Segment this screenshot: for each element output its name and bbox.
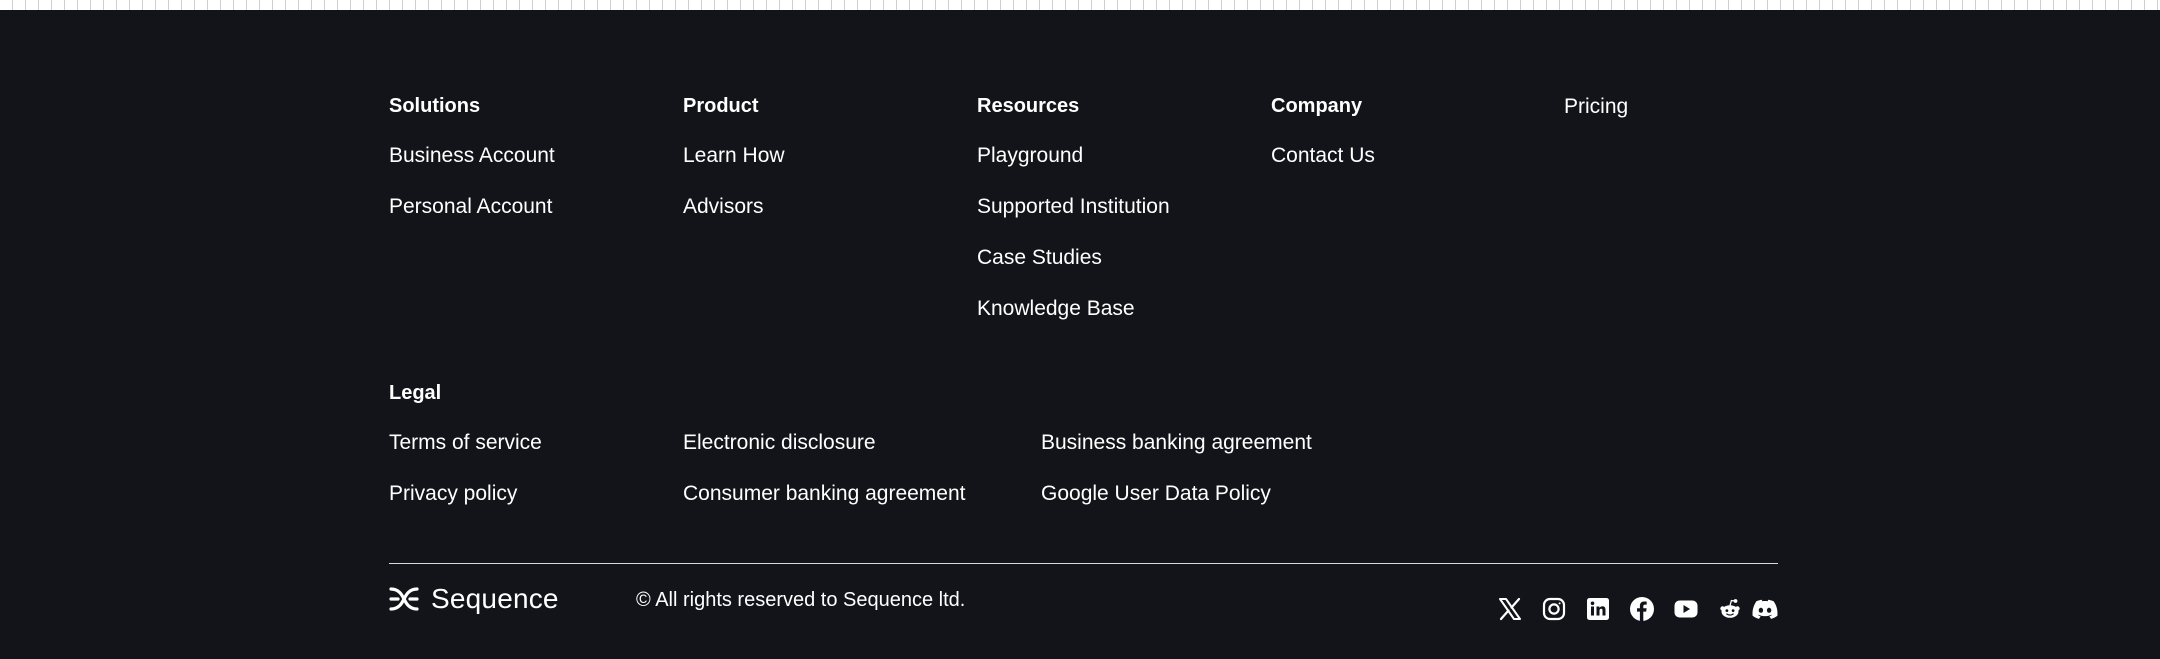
link-case-studies[interactable]: Case Studies (977, 246, 1170, 270)
column-title-solutions: Solutions (389, 95, 481, 117)
facebook-icon[interactable] (1620, 596, 1664, 622)
link-contact-us[interactable]: Contact Us (1271, 144, 1375, 168)
link-business-banking-agreement[interactable]: Business banking agreement (1041, 431, 1312, 455)
footer-divider (389, 563, 1778, 564)
link-learn-how[interactable]: Learn How (683, 144, 785, 168)
column-title-product: Product (683, 95, 759, 117)
link-consumer-banking-agreement[interactable]: Consumer banking agreement (683, 482, 966, 506)
legal-column-1: Terms of service Privacy policy (389, 431, 542, 506)
x-icon[interactable] (1488, 596, 1532, 622)
linkedin-icon[interactable] (1576, 596, 1620, 622)
link-business-account[interactable]: Business Account (389, 144, 555, 168)
legal-title: Legal (389, 382, 442, 404)
top-ruler-strip (0, 0, 2160, 10)
column-title-company: Company (1271, 95, 1363, 117)
link-playground[interactable]: Playground (977, 144, 1170, 168)
reddit-icon[interactable] (1708, 596, 1752, 622)
legal-column-2: Electronic disclosure Consumer banking a… (683, 431, 966, 506)
footer-column-product: Product Learn How Advisors (683, 94, 785, 219)
youtube-icon[interactable] (1664, 596, 1708, 622)
link-terms-of-service[interactable]: Terms of service (389, 431, 542, 455)
copyright-text: © All rights reserved to Sequence ltd. (636, 589, 966, 611)
link-electronic-disclosure[interactable]: Electronic disclosure (683, 431, 966, 455)
link-knowledge-base[interactable]: Knowledge Base (977, 297, 1170, 321)
social-links (1488, 596, 1778, 622)
sequence-logo-icon (389, 586, 419, 612)
link-google-user-data-policy[interactable]: Google User Data Policy (1041, 482, 1312, 506)
brand-name: Sequence (431, 583, 559, 614)
brand-logo-link[interactable]: Sequence (389, 583, 559, 615)
link-advisors[interactable]: Advisors (683, 195, 785, 219)
link-pricing[interactable]: Pricing (1564, 95, 1628, 119)
footer-column-solutions: Solutions Business Account Personal Acco… (389, 94, 555, 219)
column-title-resources: Resources (977, 95, 1080, 117)
site-footer: Solutions Business Account Personal Acco… (0, 10, 2160, 659)
instagram-icon[interactable] (1532, 596, 1576, 622)
discord-icon[interactable] (1752, 596, 1778, 622)
footer-column-resources: Resources Playground Supported Instituti… (977, 94, 1170, 321)
legal-column-3: Business banking agreement Google User D… (1041, 431, 1312, 506)
link-personal-account[interactable]: Personal Account (389, 195, 555, 219)
footer-column-company: Company Contact Us (1271, 94, 1375, 168)
link-privacy-policy[interactable]: Privacy policy (389, 482, 542, 506)
link-supported-institution[interactable]: Supported Institution (977, 195, 1170, 219)
